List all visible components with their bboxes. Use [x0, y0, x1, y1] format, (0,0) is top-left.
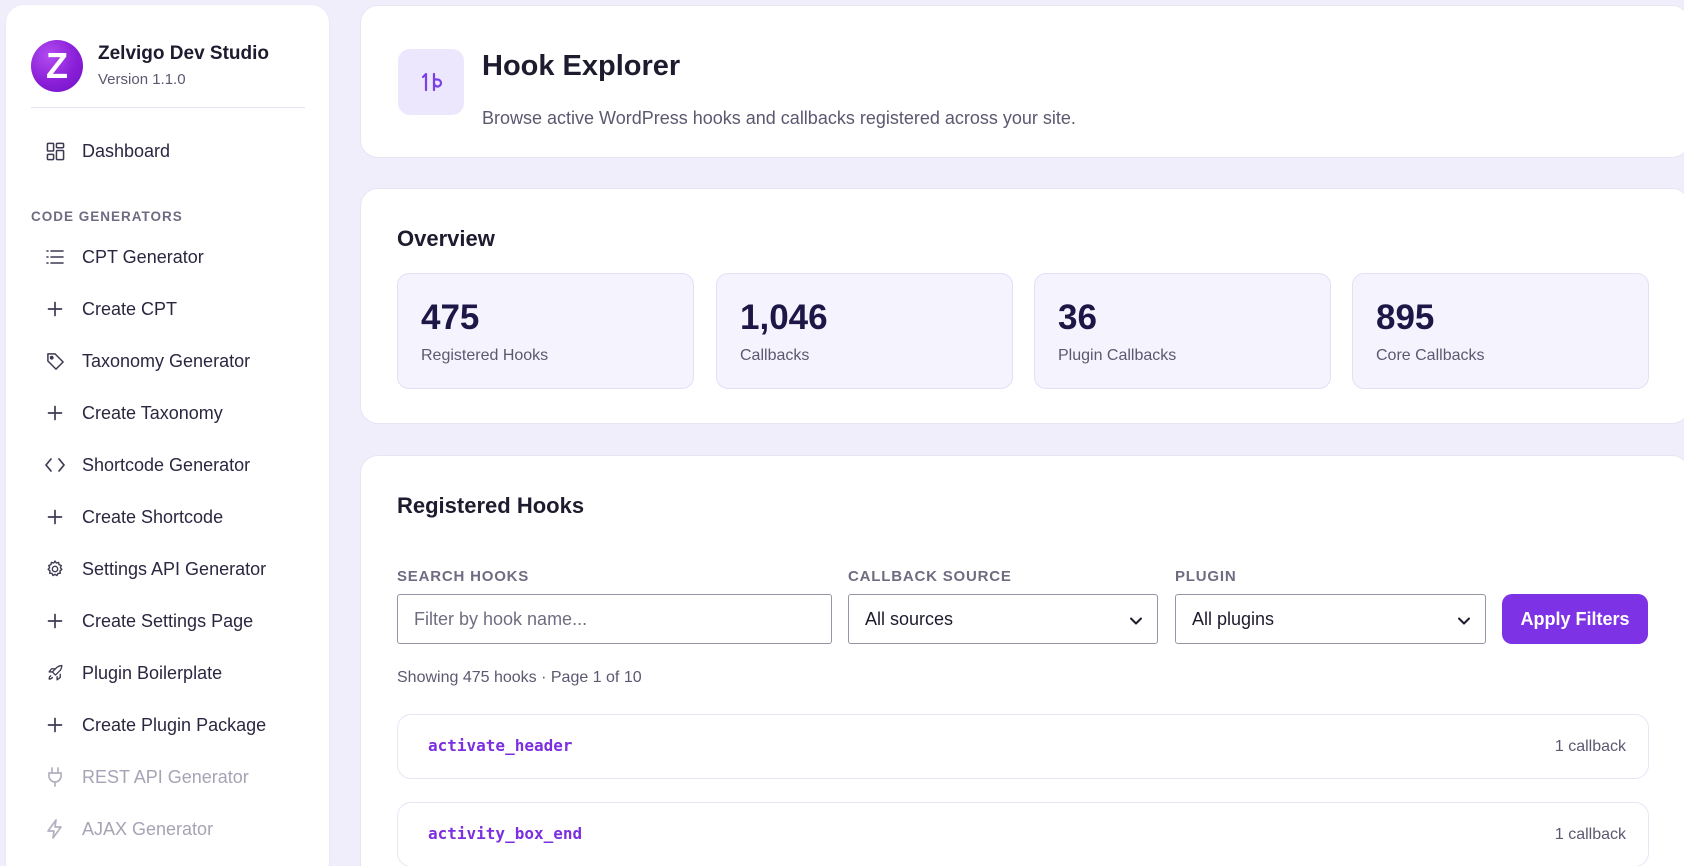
plus-icon [42, 400, 68, 426]
hook-name: activate_header [428, 736, 573, 755]
bolt-icon [42, 816, 68, 842]
sidebar-item-label: CPT Generator [82, 246, 204, 267]
gear-icon [42, 556, 68, 582]
plugin-select[interactable]: All plugins [1175, 594, 1486, 644]
sidebar-item-shortcode-generator[interactable]: Shortcode Generator [42, 450, 250, 480]
plus-icon [42, 712, 68, 738]
plugin-label: PLUGIN [1175, 568, 1237, 585]
sidebar-item-label: REST API Generator [82, 766, 249, 787]
page-header: Hook Explorer Browse active WordPress ho… [360, 5, 1684, 158]
hook-row[interactable]: activate_header 1 callback [397, 714, 1649, 779]
brand-version: Version 1.1.0 [98, 71, 186, 88]
sidebar-item-ajax-generator: AJAX Generator [42, 814, 213, 844]
sidebar-item-label: Dashboard [82, 140, 171, 161]
hook-row[interactable]: activity_box_end 1 callback [397, 802, 1649, 866]
sidebar-divider [31, 107, 305, 108]
overview-card: Overview 475 Registered Hooks 1,046 Call… [360, 188, 1684, 424]
sidebar-item-label: AJAX Generator [82, 818, 214, 839]
section-label-code-generators: CODE GENERATORS [31, 209, 183, 224]
sidebar-item-create-shortcode[interactable]: Create Shortcode [42, 502, 223, 532]
sidebar-item-label: Create Shortcode [82, 506, 224, 527]
stat-core-callbacks: 895 Core Callbacks [1352, 273, 1649, 389]
code-icon [42, 452, 68, 478]
sidebar-item-label: Create Taxonomy [82, 402, 223, 423]
sidebar-item-rest-api-generator: REST API Generator [42, 762, 249, 792]
sidebar-item-label: Settings API Generator [82, 558, 267, 579]
plugin-value: All plugins [1192, 608, 1275, 629]
stat-plugin-callbacks: 36 Plugin Callbacks [1034, 273, 1331, 389]
sidebar-item-settings-api-generator[interactable]: Settings API Generator [42, 554, 266, 584]
sidebar-item-label: Shortcode Generator [82, 454, 251, 475]
sidebar-item-create-plugin-package[interactable]: Create Plugin Package [42, 710, 266, 740]
stat-value: 1,046 [740, 298, 828, 337]
stat-label: Plugin Callbacks [1058, 347, 1177, 364]
stat-label: Callbacks [740, 347, 810, 364]
stat-value: 36 [1058, 298, 1097, 337]
callback-source-label: CALLBACK SOURCE [848, 568, 1012, 585]
sidebar-item-label: Create Settings Page [82, 610, 254, 631]
apply-filters-button[interactable]: Apply Filters [1502, 594, 1648, 644]
plus-icon [42, 608, 68, 634]
search-hooks-input[interactable] [414, 595, 831, 643]
hook-name: activity_box_end [428, 824, 583, 843]
dashboard-grid-icon [42, 138, 68, 164]
plug-icon [42, 764, 68, 790]
stat-registered-hooks: 475 Registered Hooks [397, 273, 694, 389]
brand-logo: Z [31, 39, 83, 92]
sidebar-item-create-cpt[interactable]: Create CPT [42, 294, 177, 324]
hook-icon [398, 49, 464, 115]
rocket-icon [42, 660, 68, 686]
sidebar: Z Zelvigo Dev Studio Version 1.1.0 Dashb… [6, 5, 329, 866]
sidebar-item-dashboard[interactable]: Dashboard [42, 136, 170, 166]
callback-source-select[interactable]: All sources [848, 594, 1158, 644]
stat-label: Registered Hooks [421, 347, 549, 364]
list-icon [42, 244, 68, 270]
sidebar-item-cpt-generator[interactable]: CPT Generator [42, 242, 204, 272]
overview-title: Overview [397, 226, 495, 251]
brand: Z Zelvigo Dev Studio Version 1.1.0 [6, 5, 329, 101]
brand-name: Zelvigo Dev Studio [98, 43, 270, 64]
search-hooks-label: SEARCH HOOKS [397, 568, 530, 585]
sidebar-item-label: Taxonomy Generator [82, 350, 251, 371]
stat-value: 475 [421, 298, 480, 337]
plus-icon [42, 296, 68, 322]
stat-callbacks: 1,046 Callbacks [716, 273, 1013, 389]
results-summary: Showing 475 hooks · Page 1 of 10 [397, 669, 642, 686]
sidebar-item-create-settings-page[interactable]: Create Settings Page [42, 606, 253, 636]
sidebar-item-label: Create Plugin Package [82, 714, 267, 735]
hook-callback-count: 1 callback [1554, 738, 1626, 755]
sidebar-item-label: Create CPT [82, 298, 178, 319]
sidebar-item-taxonomy-generator[interactable]: Taxonomy Generator [42, 346, 250, 376]
chevron-down-icon [1129, 612, 1143, 633]
registered-hooks-title: Registered Hooks [397, 493, 585, 518]
page-title: Hook Explorer [482, 50, 681, 82]
registered-hooks-card: Registered Hooks SEARCH HOOKS CALLBACK S… [360, 455, 1684, 866]
tag-icon [42, 348, 68, 374]
sidebar-item-plugin-boilerplate[interactable]: Plugin Boilerplate [42, 658, 222, 688]
callback-source-value: All sources [865, 608, 954, 629]
plus-icon [42, 504, 68, 530]
sidebar-item-label: Plugin Boilerplate [82, 662, 223, 683]
search-hooks-field [397, 594, 832, 644]
chevron-down-icon [1457, 612, 1471, 633]
sidebar-item-create-taxonomy[interactable]: Create Taxonomy [42, 398, 223, 428]
stat-value: 895 [1376, 298, 1435, 337]
page-subtitle: Browse active WordPress hooks and callba… [482, 108, 1076, 128]
hook-callback-count: 1 callback [1554, 826, 1626, 843]
stat-label: Core Callbacks [1376, 347, 1485, 364]
